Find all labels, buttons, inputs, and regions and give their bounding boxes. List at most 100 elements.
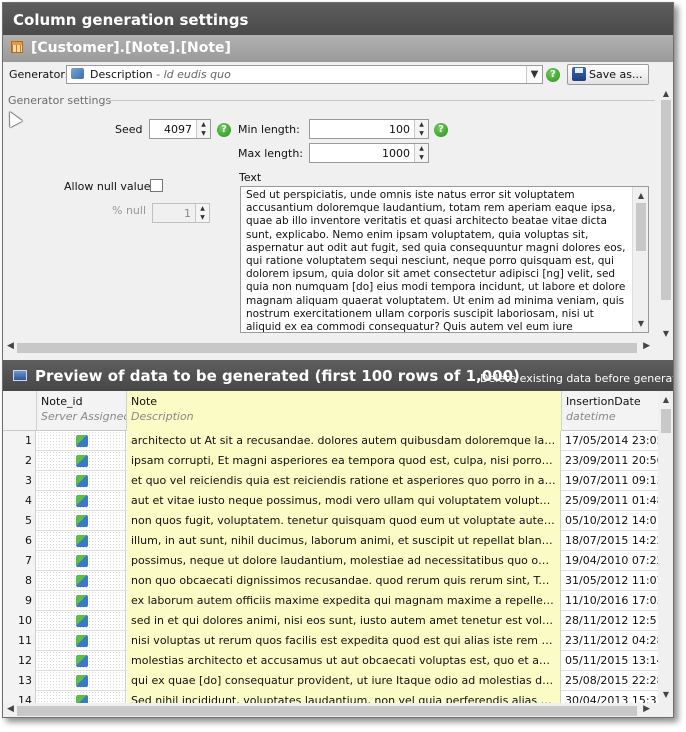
chevron-down-icon[interactable]: ▼ bbox=[526, 66, 542, 83]
date-cell: 23/11/2012 04:28: bbox=[565, 634, 658, 647]
help-icon[interactable]: ? bbox=[217, 123, 231, 137]
help-icon[interactable]: ? bbox=[546, 68, 560, 82]
note-id-cell bbox=[37, 591, 126, 611]
grid-header: Note_id Server Assigned Note Description… bbox=[3, 391, 658, 431]
server-assigned-icon bbox=[76, 495, 88, 507]
note-cell: non quo obcaecati dignissimos recusandae… bbox=[127, 571, 561, 591]
table-row[interactable]: 9 ex laborum autem officiis maxime expedi… bbox=[3, 591, 658, 611]
delete-existing-data-option[interactable]: Delete existing data before generation bbox=[480, 372, 673, 385]
note-cell: architecto ut At sit a recusandae. dolor… bbox=[127, 431, 561, 451]
table-row[interactable]: 3 et quo vel reiciendis quia est reiciend… bbox=[3, 471, 658, 491]
note-cell: illum, in aut sunt, nihil ducimus, labor… bbox=[127, 531, 561, 551]
allow-null-checkbox[interactable] bbox=[150, 179, 163, 192]
scroll-thumb[interactable] bbox=[17, 343, 637, 353]
note-cell: sed in et qui dolores animi, nisi eos su… bbox=[127, 611, 561, 631]
scroll-thumb[interactable] bbox=[636, 203, 646, 251]
table-row[interactable]: 1 architecto ut At sit a recusandae. dolo… bbox=[3, 431, 658, 451]
scroll-thumb[interactable] bbox=[17, 706, 637, 716]
scroll-right-icon[interactable]: ▶ bbox=[643, 704, 650, 714]
column-header-note[interactable]: Note Description bbox=[127, 391, 562, 431]
scroll-up-icon[interactable]: ▲ bbox=[658, 89, 673, 98]
server-assigned-icon bbox=[76, 615, 88, 627]
note-id-cell bbox=[37, 511, 126, 531]
table-row[interactable]: 10 sed in et qui dolores animi, nisi eos … bbox=[3, 611, 658, 631]
column-type: Description bbox=[131, 410, 194, 423]
settings-vertical-scrollbar[interactable]: ▲ ▼ bbox=[658, 88, 673, 340]
stepper-arrows-icon[interactable]: ▲ ▼ bbox=[195, 204, 209, 222]
row-number: 8 bbox=[3, 571, 36, 591]
scroll-left-icon[interactable]: ◀ bbox=[7, 341, 14, 351]
seed-stepper[interactable]: 4097 ▲ ▼ bbox=[149, 119, 211, 139]
note-cell: ex laborum autem officiis maxime expedit… bbox=[127, 591, 561, 611]
scroll-up-icon[interactable]: ▲ bbox=[633, 189, 648, 202]
table-row[interactable]: 2 ipsam corrupti, Et magni asperiores ea … bbox=[3, 451, 658, 471]
save-as-label: Save as... bbox=[589, 68, 643, 81]
scroll-thumb[interactable] bbox=[661, 100, 671, 300]
percent-null-label: % null bbox=[112, 204, 147, 217]
generator-label: Generator: bbox=[9, 68, 69, 81]
row-number-header bbox=[3, 391, 37, 431]
column-header-note-id[interactable]: Note_id Server Assigned bbox=[37, 391, 127, 431]
help-icon[interactable]: ? bbox=[434, 123, 448, 137]
date-cell: 30/04/2013 15:31: bbox=[565, 694, 658, 703]
scroll-left-icon[interactable]: ◀ bbox=[7, 704, 14, 714]
grid-horizontal-scrollbar[interactable]: ◀ ▶ bbox=[3, 703, 673, 717]
table-row[interactable]: 4 aut et vitae iusto neque possimus, modi… bbox=[3, 491, 658, 511]
seed-value: 4097 bbox=[164, 123, 192, 136]
date-cell: 19/07/2011 09:13: bbox=[565, 474, 658, 487]
text-area[interactable]: Sed ut perspiciatis, unde omnis iste nat… bbox=[240, 186, 649, 333]
column-name: InsertionDate bbox=[566, 395, 641, 408]
date-cell: 11/10/2016 17:03: bbox=[565, 594, 658, 607]
save-icon bbox=[572, 67, 586, 81]
stepper-arrows-icon[interactable]: ▲ ▼ bbox=[196, 120, 210, 138]
text-scrollbar[interactable]: ▲ ▼ bbox=[632, 187, 648, 332]
table-row[interactable]: 13 qui ex quae [do] consequatur provident… bbox=[3, 671, 658, 691]
percent-null-stepper[interactable]: 1 ▲ ▼ bbox=[152, 203, 210, 223]
note-cell: non quos fugit, voluptatem. tenetur quis… bbox=[127, 511, 561, 531]
scroll-down-icon[interactable]: ▼ bbox=[633, 317, 648, 330]
table-row[interactable]: 11 nisi voluptas ut rerum quos facilis es… bbox=[3, 631, 658, 651]
row-number: 10 bbox=[3, 611, 36, 631]
min-length-stepper[interactable]: 100 ▲ ▼ bbox=[309, 119, 429, 139]
row-number: 13 bbox=[3, 671, 36, 691]
table-row[interactable]: 5 non quos fugit, voluptatem. tenetur qui… bbox=[3, 511, 658, 531]
table-row[interactable]: 14 Sed nihil incididunt, voluptates lauda… bbox=[3, 691, 658, 703]
date-cell: 23/09/2011 20:56: bbox=[565, 454, 658, 467]
scroll-down-icon[interactable]: ▼ bbox=[658, 690, 673, 699]
note-cell: ipsam corrupti, Et magni asperiores ea t… bbox=[127, 451, 561, 471]
scroll-right-icon[interactable]: ▶ bbox=[643, 341, 650, 351]
scroll-thumb[interactable] bbox=[661, 409, 671, 433]
save-as-button[interactable]: Save as... bbox=[567, 64, 649, 85]
row-number: 9 bbox=[3, 591, 36, 611]
max-length-label: Max length: bbox=[238, 147, 304, 160]
row-number: 1 bbox=[3, 431, 36, 451]
allow-null-label: Allow null values bbox=[64, 180, 157, 193]
server-assigned-icon bbox=[76, 535, 88, 547]
settings-horizontal-scrollbar[interactable]: ◀ ▶ bbox=[3, 340, 673, 356]
column-header-insertion-date[interactable]: InsertionDate datetime bbox=[562, 391, 658, 431]
stepper-arrows-icon[interactable]: ▲ ▼ bbox=[414, 120, 428, 138]
max-length-stepper[interactable]: 1000 ▲ ▼ bbox=[309, 143, 429, 163]
date-cell: 05/10/2012 14:01: bbox=[565, 514, 658, 527]
max-length-value: 1000 bbox=[382, 147, 410, 160]
min-length-value: 100 bbox=[389, 123, 410, 136]
table-row[interactable]: 7 possimus, neque ut dolore laudantium, m… bbox=[3, 551, 658, 571]
grid-vertical-scrollbar[interactable]: ▲ ▼ bbox=[658, 391, 673, 703]
note-id-cell bbox=[37, 451, 126, 471]
scroll-up-icon[interactable]: ▲ bbox=[658, 395, 673, 404]
text-area-content: Sed ut perspiciatis, unde omnis iste nat… bbox=[246, 189, 626, 333]
seed-label: Seed bbox=[115, 123, 143, 136]
scroll-down-icon[interactable]: ▼ bbox=[658, 329, 673, 338]
table-row[interactable]: 12 molestias architecto et accusamus ut a… bbox=[3, 651, 658, 671]
note-id-cell bbox=[37, 571, 126, 591]
note-id-cell bbox=[37, 491, 126, 511]
generator-type-icon bbox=[71, 68, 84, 79]
generator-select[interactable]: Description - ld eudis quo ▼ bbox=[66, 65, 543, 84]
stepper-arrows-icon[interactable]: ▲ ▼ bbox=[414, 144, 428, 162]
note-cell: molestias architecto et accusamus ut aut… bbox=[127, 651, 561, 671]
column-name: Note bbox=[131, 395, 158, 408]
min-length-label: Min length: bbox=[238, 123, 300, 136]
generator-name: Description bbox=[90, 68, 153, 81]
table-row[interactable]: 6 illum, in aut sunt, nihil ducimus, labo… bbox=[3, 531, 658, 551]
table-row[interactable]: 8 non quo obcaecati dignissimos recusanda… bbox=[3, 571, 658, 591]
